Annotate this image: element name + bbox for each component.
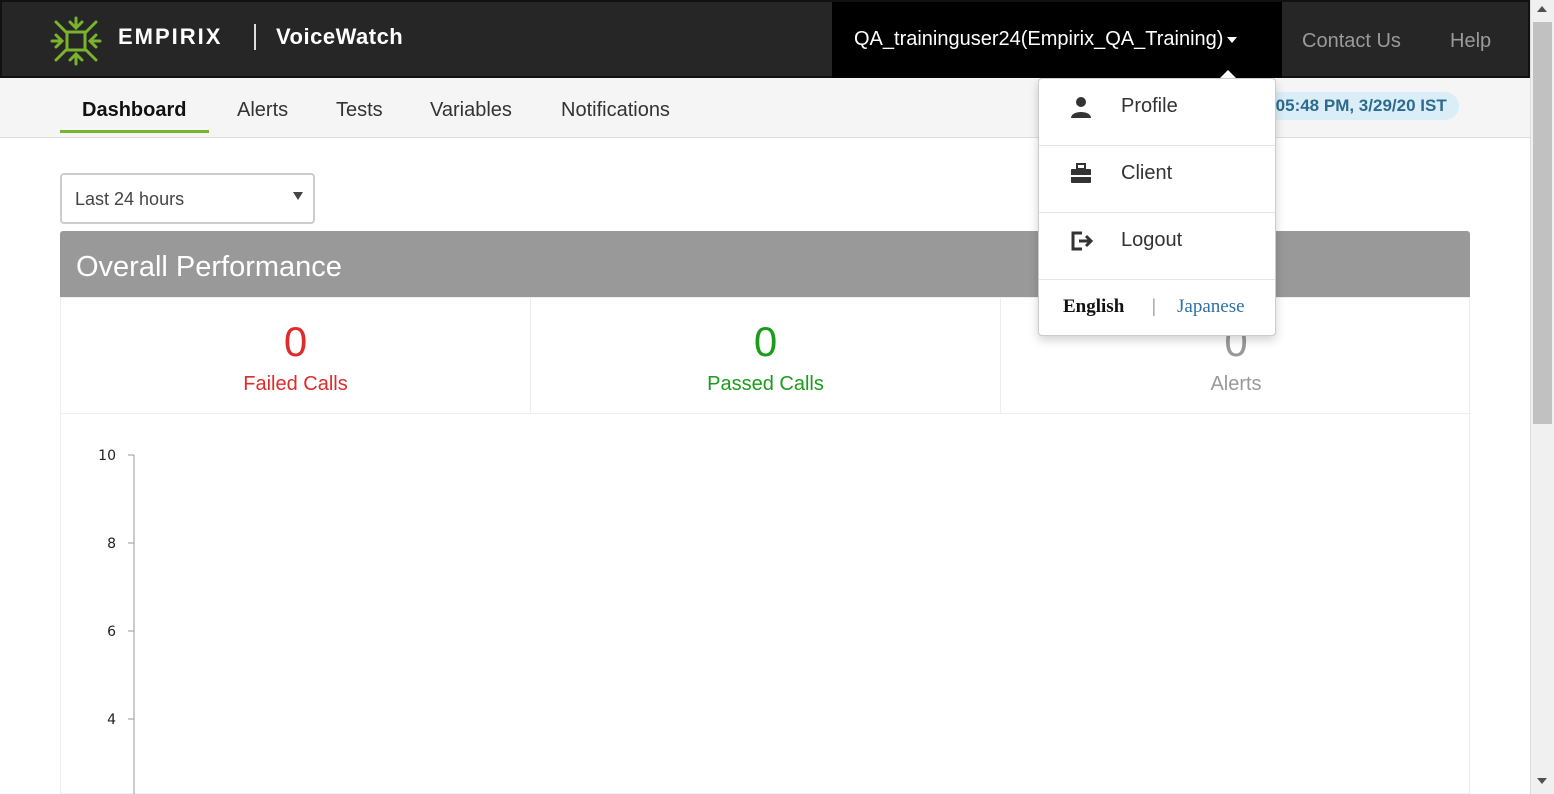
brand-name: EMPIRIX	[118, 24, 223, 49]
user-menu-label: QA_traininguser24(Empirix_QA_Training)	[854, 28, 1224, 50]
user-icon	[1071, 97, 1091, 118]
failed-calls-value: 0	[283, 318, 308, 365]
user-menu-toggle[interactable]: QA_traininguser24(Empirix_QA_Training)	[832, 2, 1282, 78]
tab-tests[interactable]: Tests	[336, 99, 383, 130]
language-separator: |	[1152, 296, 1156, 317]
dropdown-item-client[interactable]: Client	[1039, 146, 1275, 213]
alerts-label: Alerts	[1210, 373, 1262, 395]
dropdown-item-logout[interactable]: Logout	[1039, 213, 1275, 280]
passed-calls-label: Passed Calls	[707, 373, 824, 395]
help-link[interactable]: Help	[1450, 30, 1491, 53]
tab-dashboard[interactable]: Dashboard	[60, 99, 210, 133]
dropdown-item-profile[interactable]: Profile	[1039, 79, 1275, 146]
y-axis-tick-label: 4	[107, 712, 116, 728]
user-dropdown-menu: Profile Client Logout English | Japanese	[1038, 78, 1276, 336]
tab-variables[interactable]: Variables	[430, 99, 512, 130]
tab-alerts[interactable]: Alerts	[237, 99, 288, 130]
voicewatch-dashboard-page: EMPIRIX VoiceWatch QA_traininguser24(Emp…	[0, 0, 1554, 794]
product-name: VoiceWatch	[276, 24, 404, 49]
timestamp-badge: :05:48 PM, 3/29/20 IST	[1258, 92, 1459, 120]
dropdown-item-label: Client	[1121, 162, 1173, 184]
y-axis-tick-label: 8	[107, 536, 116, 552]
tab-notifications[interactable]: Notifications	[561, 99, 670, 130]
logout-icon	[1071, 231, 1093, 251]
caret-down-icon	[1227, 36, 1238, 43]
y-axis-tick-label: 6	[107, 624, 116, 640]
brand-divider	[254, 24, 256, 50]
y-axis-tick-label: 10	[98, 448, 116, 464]
panel-title: Overall Performance	[76, 251, 342, 283]
empirix-logo-icon[interactable]	[48, 14, 104, 68]
main-nav: Dashboard Alerts Tests Variables Notific…	[0, 78, 1530, 138]
contact-us-link[interactable]: Contact Us	[1302, 30, 1401, 53]
calls-chart: 10 8 6 4	[98, 448, 135, 794]
language-japanese[interactable]: Japanese	[1177, 296, 1245, 318]
scroll-up-arrow-icon[interactable]	[1537, 6, 1547, 12]
passed-calls-value: 0	[753, 318, 778, 365]
language-english[interactable]: English	[1063, 296, 1124, 318]
scrollbar-thumb[interactable]	[1533, 22, 1552, 424]
dropdown-item-label: Profile	[1121, 95, 1178, 117]
time-range-value: Last 24 hours	[75, 189, 185, 209]
vertical-scrollbar[interactable]	[1530, 0, 1554, 794]
passed-calls-metric[interactable]: 0 Passed Calls	[531, 298, 1001, 413]
failed-calls-label: Failed Calls	[243, 373, 348, 395]
time-range-select[interactable]: Last 24 hours	[60, 173, 315, 224]
scroll-down-arrow-icon[interactable]	[1537, 778, 1547, 784]
top-bar: EMPIRIX VoiceWatch QA_traininguser24(Emp…	[0, 0, 1530, 78]
briefcase-icon	[1071, 163, 1091, 183]
dropdown-item-label: Logout	[1121, 229, 1183, 251]
caret-down-icon	[293, 192, 303, 200]
failed-calls-metric[interactable]: 0 Failed Calls	[61, 298, 531, 413]
